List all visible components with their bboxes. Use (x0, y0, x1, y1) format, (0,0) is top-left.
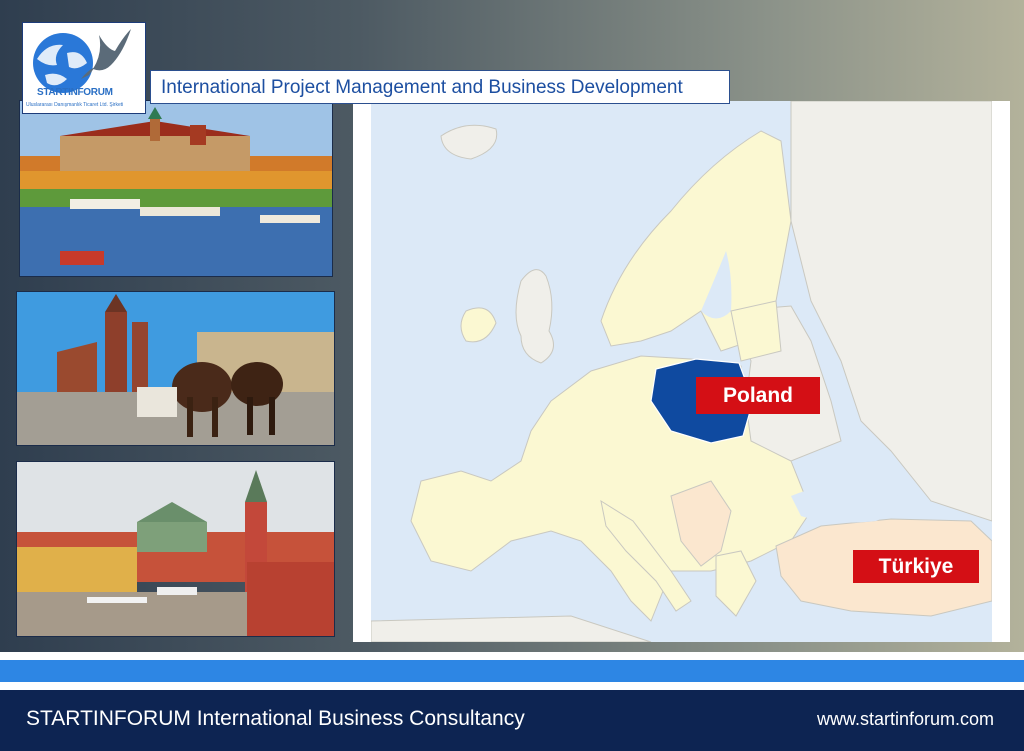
label-turkiye: Türkiye (853, 550, 979, 583)
accent-stripe (0, 660, 1024, 682)
europe-map: Poland Türkiye (353, 101, 1010, 642)
footer-bar: STARTINFORUM International Business Cons… (0, 690, 1024, 751)
photo-warsaw-old-town (16, 461, 335, 637)
footer-company: STARTINFORUM International Business Cons… (26, 707, 525, 730)
photo-market-square (16, 291, 335, 446)
footer-website-link[interactable]: www.startinforum.com (817, 709, 994, 730)
page-title: International Project Management and Bus… (150, 70, 730, 104)
logo-name: STARTINFORUM (37, 87, 113, 98)
company-logo: STARTINFORUM Uluslararası Danışmanlık Ti… (22, 22, 146, 114)
logo-subtitle: Uluslararası Danışmanlık Ticaret Ltd. Şi… (26, 102, 124, 108)
label-poland: Poland (696, 377, 820, 414)
divider-stripe (0, 652, 1024, 660)
photo-wawel-castle (19, 100, 333, 277)
divider-stripe (0, 682, 1024, 690)
globe-bird-logo-icon (33, 29, 131, 93)
